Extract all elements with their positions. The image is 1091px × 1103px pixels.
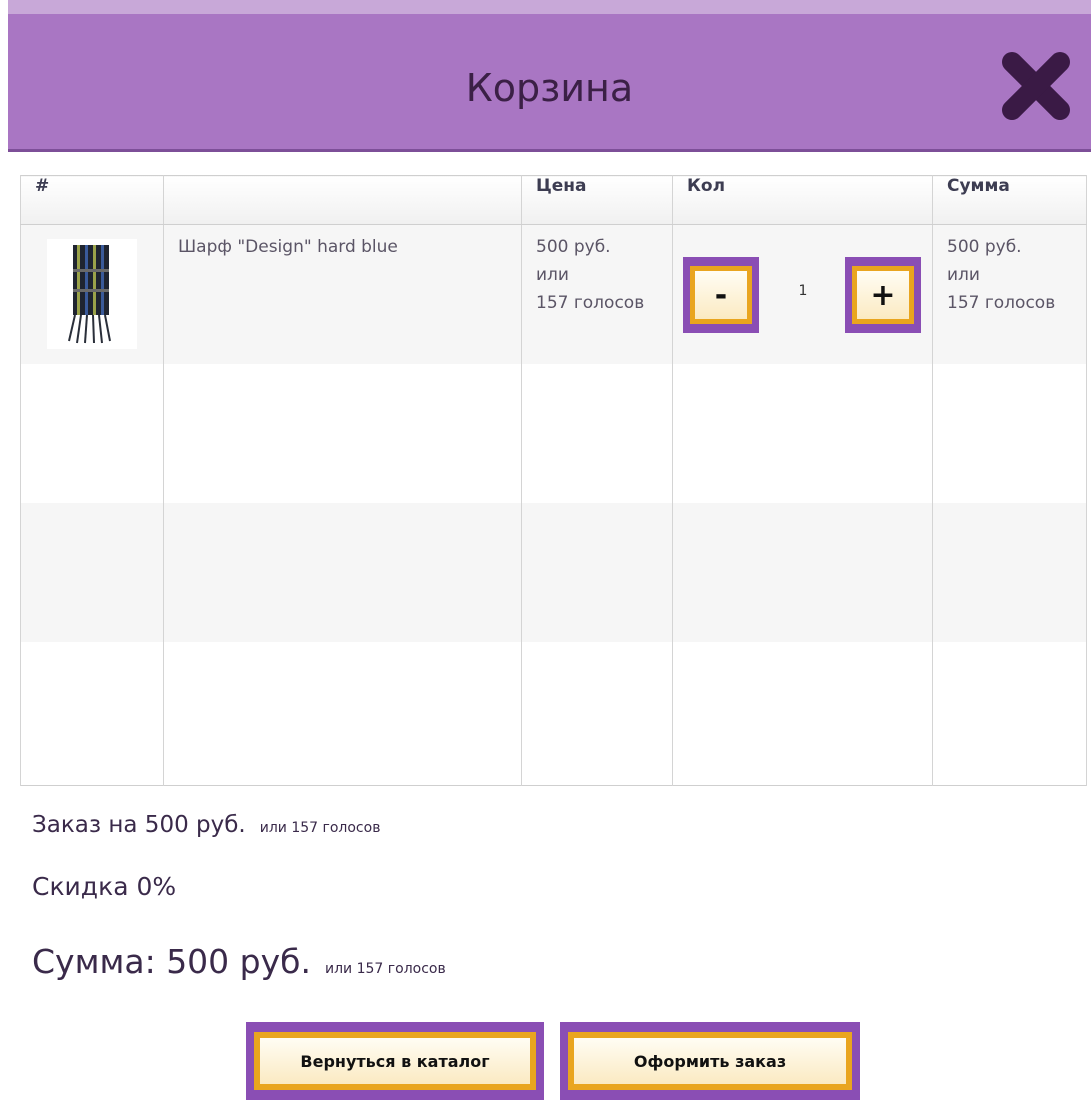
empty-cell bbox=[521, 363, 673, 503]
empty-cell bbox=[672, 502, 933, 642]
total-alt: или 157 голосов bbox=[325, 961, 446, 977]
empty-row bbox=[20, 502, 1087, 642]
total-label: Сумма: 500 руб. bbox=[32, 942, 311, 981]
cart-table: # Цена Кол Сумма Шарф "Design" hard blue… bbox=[20, 175, 1087, 786]
column-header-index: # bbox=[20, 175, 164, 225]
back-to-catalog-button[interactable]: Вернуться в каталог bbox=[246, 1022, 544, 1100]
minus-label: - bbox=[690, 266, 752, 324]
quantity-value: 1 bbox=[798, 283, 808, 299]
price-cell: 500 руб. или 157 голосов bbox=[521, 224, 673, 364]
empty-cell bbox=[163, 641, 522, 785]
back-to-catalog-label: Вернуться в каталог bbox=[254, 1032, 536, 1090]
price-rub: 500 руб. bbox=[536, 237, 611, 257]
plus-label: + bbox=[852, 266, 914, 324]
empty-cell bbox=[163, 502, 522, 642]
checkout-button[interactable]: Оформить заказ bbox=[560, 1022, 860, 1100]
empty-row bbox=[20, 641, 1087, 785]
decrease-qty-button[interactable]: - bbox=[683, 257, 759, 333]
price-text: 500 руб. или 157 голосов bbox=[522, 225, 672, 317]
product-image-cell bbox=[20, 224, 164, 364]
qty-cell: - 1 + bbox=[672, 224, 933, 364]
cart-header: Корзина bbox=[8, 14, 1091, 152]
increase-qty-button[interactable]: + bbox=[845, 257, 921, 333]
close-icon[interactable] bbox=[1000, 50, 1072, 122]
column-header-sum: Сумма bbox=[932, 175, 1087, 225]
sum-cell: 500 руб. или 157 голосов bbox=[932, 224, 1087, 364]
grand-total-line: Сумма: 500 руб. или 157 голосов bbox=[32, 942, 446, 981]
empty-cell bbox=[932, 641, 1087, 785]
price-or: или bbox=[536, 265, 569, 285]
empty-cell bbox=[932, 502, 1087, 642]
price-votes: 157 голосов bbox=[536, 293, 645, 313]
discount-line: Скидка 0% bbox=[32, 872, 177, 901]
empty-row bbox=[20, 363, 1087, 503]
empty-cell bbox=[20, 502, 164, 642]
column-header-qty: Кол bbox=[672, 175, 933, 225]
scarf-thumbnail[interactable] bbox=[47, 239, 137, 349]
quantity-stepper: - 1 + bbox=[673, 225, 932, 345]
sum-votes: 157 голосов bbox=[947, 293, 1056, 313]
page-title: Корзина bbox=[465, 66, 634, 110]
header-top-strip bbox=[8, 0, 1091, 14]
sum-or: или bbox=[947, 265, 980, 285]
table-row: Шарф "Design" hard blue 500 руб. или 157… bbox=[20, 224, 1087, 364]
empty-cell bbox=[20, 363, 164, 503]
empty-cell bbox=[521, 502, 673, 642]
table-header-row: # Цена Кол Сумма bbox=[20, 175, 1087, 225]
empty-cell bbox=[672, 641, 933, 785]
column-header-price: Цена bbox=[521, 175, 673, 225]
column-header-name bbox=[163, 175, 522, 225]
product-name-cell: Шарф "Design" hard blue bbox=[163, 224, 522, 364]
checkout-label: Оформить заказ bbox=[568, 1032, 852, 1090]
order-label: Заказ на 500 руб. bbox=[32, 812, 246, 838]
order-alt: или 157 голосов bbox=[259, 820, 381, 836]
empty-cell bbox=[521, 641, 673, 785]
empty-cell bbox=[672, 363, 933, 503]
empty-cell bbox=[20, 641, 164, 785]
order-total-line: Заказ на 500 руб. или 157 голосов bbox=[32, 812, 380, 838]
empty-cell bbox=[932, 363, 1087, 503]
product-name: Шарф "Design" hard blue bbox=[178, 237, 398, 257]
sum-rub: 500 руб. bbox=[947, 237, 1022, 257]
sum-text: 500 руб. или 157 голосов bbox=[933, 225, 1086, 317]
empty-cell bbox=[163, 363, 522, 503]
